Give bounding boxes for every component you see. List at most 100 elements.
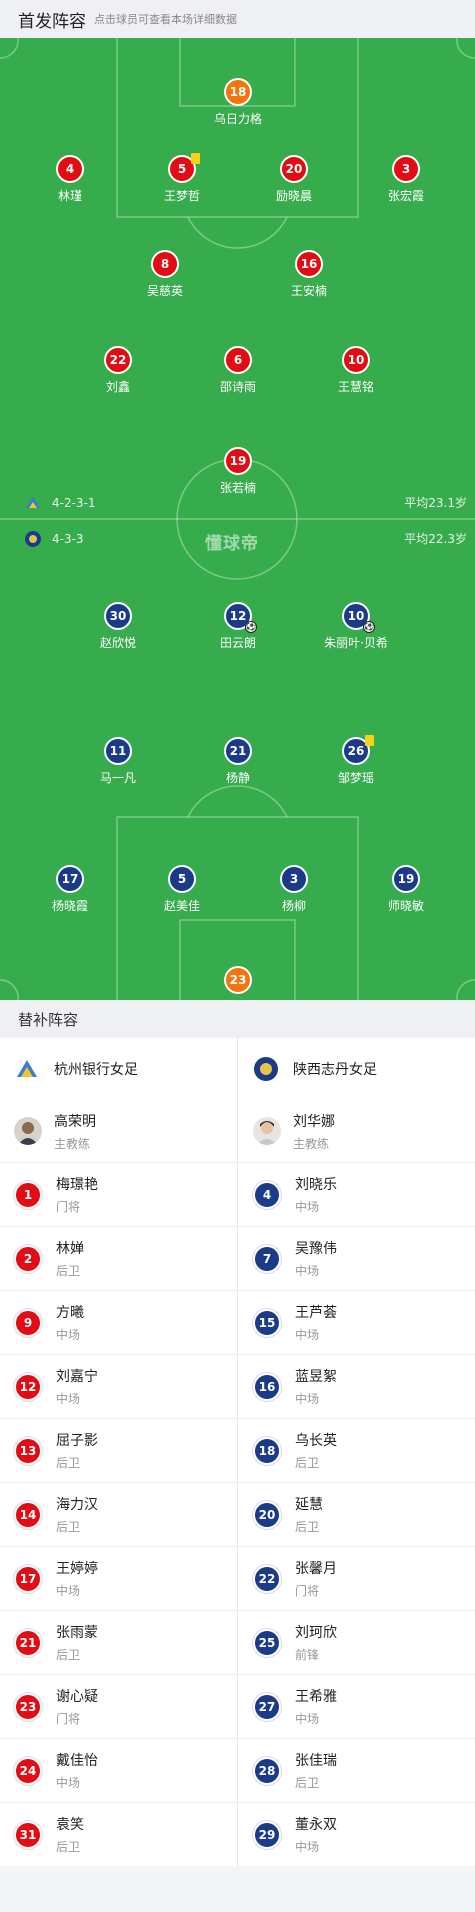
home-player[interactable]: 22 刘鑫 (63, 346, 173, 395)
sub-position: 门将 (56, 1200, 81, 1214)
sub-number: 15 (253, 1308, 281, 1337)
home-coach[interactable]: 高荣明 主教练 (0, 1100, 237, 1162)
subs-list: 杭州银行女足 陕西志丹女足 高荣明 主教练 刘华娜 主教练 1 梅璟艳 门将 4… (0, 1038, 475, 1866)
player-name: 赵美佳 (163, 899, 200, 913)
away-team-cell[interactable]: 陕西志丹女足 (237, 1038, 475, 1100)
home-sub-player[interactable]: 17 王婷婷 中场 (0, 1547, 237, 1610)
sub-position: 中场 (295, 1392, 320, 1406)
player-name: 师晓敏 (387, 899, 424, 913)
player-name: 王慧铭 (337, 380, 374, 394)
home-sub-player[interactable]: 12 刘嘉宁 中场 (0, 1355, 237, 1418)
home-player[interactable]: 8 吴慈英 (110, 250, 220, 299)
player-number: 18 (224, 78, 252, 106)
home-player[interactable]: 18 乌日力格 (183, 78, 293, 127)
sub-number: 27 (253, 1692, 281, 1721)
watermark-logo: 懂球帝 (205, 534, 259, 554)
sub-number: 7 (253, 1244, 281, 1273)
away-sub-player[interactable]: 7 吴豫伟 中场 (237, 1227, 475, 1290)
home-sub-player[interactable]: 13 屈子影 后卫 (0, 1419, 237, 1482)
sub-name: 谢心疑 (56, 1689, 98, 1705)
sub-name: 刘嘉宁 (56, 1369, 98, 1385)
bottom-spacer (0, 1866, 475, 1912)
home-player[interactable]: 10 王慧铭 (301, 346, 411, 395)
sub-number: 9 (14, 1308, 42, 1337)
home-coach-name: 高荣明 (54, 1113, 96, 1130)
sub-position: 中场 (56, 1776, 81, 1790)
away-coach[interactable]: 刘华娜 主教练 (237, 1100, 475, 1162)
player-name: 王梦哲 (163, 189, 200, 203)
away-coach-avatar (253, 1117, 281, 1145)
away-sub-player[interactable]: 27 王希雅 中场 (237, 1675, 475, 1738)
sub-name: 方曦 (56, 1305, 84, 1321)
player-name: 王安楠 (290, 284, 327, 298)
sub-position: 前锋 (295, 1648, 320, 1662)
home-sub-player[interactable]: 31 袁笑 后卫 (0, 1803, 237, 1866)
sub-number: 2 (14, 1244, 42, 1273)
player-number: 10 (342, 346, 370, 374)
away-player[interactable]: 19 师晓敏 (351, 865, 461, 914)
pitch: 懂球帝 4-2-3-1 平均23.1岁 4-3-3 平均22.3岁 18 乌日力格… (0, 38, 475, 1000)
away-player[interactable]: 3 杨柳 (239, 865, 349, 914)
sub-position: 门将 (56, 1712, 81, 1726)
away-player[interactable]: 17 杨晓霞 (15, 865, 125, 914)
away-sub-player[interactable]: 22 张馨月 门将 (237, 1547, 475, 1610)
sub-number: 21 (14, 1628, 42, 1657)
sub-number: 23 (14, 1692, 42, 1721)
sub-position: 中场 (295, 1200, 320, 1214)
sub-number: 17 (14, 1564, 42, 1593)
away-player[interactable]: 26 邹梦瑶 (301, 735, 411, 786)
away-coach-role: 主教练 (293, 1136, 330, 1151)
home-player[interactable]: 20 励晓晨 (239, 155, 349, 204)
away-player[interactable]: 10 ⚽ 朱丽叶·贝希 (301, 602, 411, 651)
player-name: 田云朗 (219, 636, 256, 650)
sub-position: 后卫 (56, 1840, 81, 1854)
sub-number: 22 (253, 1564, 281, 1593)
away-formation-label: 4-3-3 (52, 532, 84, 546)
away-player[interactable]: 12 ⚽ 田云朗 (183, 602, 293, 651)
home-player[interactable]: 19 张若楠 (183, 447, 293, 496)
home-sub-player[interactable]: 2 林婵 后卫 (0, 1227, 237, 1290)
away-sub-player[interactable]: 20 延慧 后卫 (237, 1483, 475, 1546)
home-sub-player[interactable]: 21 张雨蒙 后卫 (0, 1611, 237, 1674)
sub-number: 1 (14, 1180, 42, 1209)
home-player[interactable]: 16 王安楠 (254, 250, 364, 299)
player-number: 5 (168, 865, 196, 893)
away-player[interactable]: 21 杨静 (183, 737, 293, 786)
home-player[interactable]: 3 张宏霞 (351, 155, 461, 204)
player-name: 刘鑫 (105, 380, 130, 394)
goal-ball-icon: ⚽ (245, 621, 257, 633)
sub-number: 4 (253, 1180, 281, 1209)
away-player[interactable]: 30 赵欣悦 (63, 602, 173, 651)
sub-name: 蓝昱絮 (295, 1369, 337, 1385)
away-sub-player[interactable]: 16 蓝昱絮 中场 (237, 1355, 475, 1418)
away-sub-player[interactable]: 29 董永双 中场 (237, 1803, 475, 1866)
away-player[interactable]: 23 朱梦迪 (183, 966, 293, 1000)
away-player[interactable]: 11 马一凡 (63, 737, 173, 786)
away-sub-player[interactable]: 18 乌长英 后卫 (237, 1419, 475, 1482)
away-sub-player[interactable]: 15 王芦荟 中场 (237, 1291, 475, 1354)
away-player[interactable]: 5 赵美佳 (127, 865, 237, 914)
away-sub-player[interactable]: 4 刘晓乐 中场 (237, 1163, 475, 1226)
sub-number: 14 (14, 1500, 42, 1529)
away-sub-player[interactable]: 25 刘珂欣 前锋 (237, 1611, 475, 1674)
sub-name: 董永双 (295, 1817, 337, 1833)
home-sub-player[interactable]: 23 谢心疑门将 (0, 1675, 237, 1738)
away-sub-player[interactable]: 28 张佳瑞 后卫 (237, 1739, 475, 1802)
sub-position: 后卫 (56, 1520, 81, 1534)
home-team-cell[interactable]: 杭州银行女足 (0, 1038, 237, 1100)
sub-name: 戴佳怡 (56, 1753, 98, 1769)
home-sub-player[interactable]: 1 梅璟艳 门将 (0, 1163, 237, 1226)
sub-name: 海力汉 (56, 1497, 98, 1513)
player-name: 朱梦迪 (183, 998, 293, 1000)
home-formation: 4-2-3-1 (24, 494, 96, 512)
home-player[interactable]: 5 王梦哲 (127, 153, 237, 204)
home-player[interactable]: 6 邵诗雨 (183, 346, 293, 395)
home-sub-player[interactable]: 24 戴佳怡 中场 (0, 1739, 237, 1802)
sub-name: 张馨月 (295, 1561, 337, 1577)
sub-number: 31 (14, 1820, 42, 1849)
player-name: 赵欣悦 (99, 636, 136, 650)
home-sub-player[interactable]: 14 海力汉后卫 (0, 1483, 237, 1546)
home-player[interactable]: 4 林瑾 (15, 155, 125, 204)
home-sub-player[interactable]: 9 方曦 中场 (0, 1291, 237, 1354)
sub-number: 29 (253, 1820, 281, 1849)
